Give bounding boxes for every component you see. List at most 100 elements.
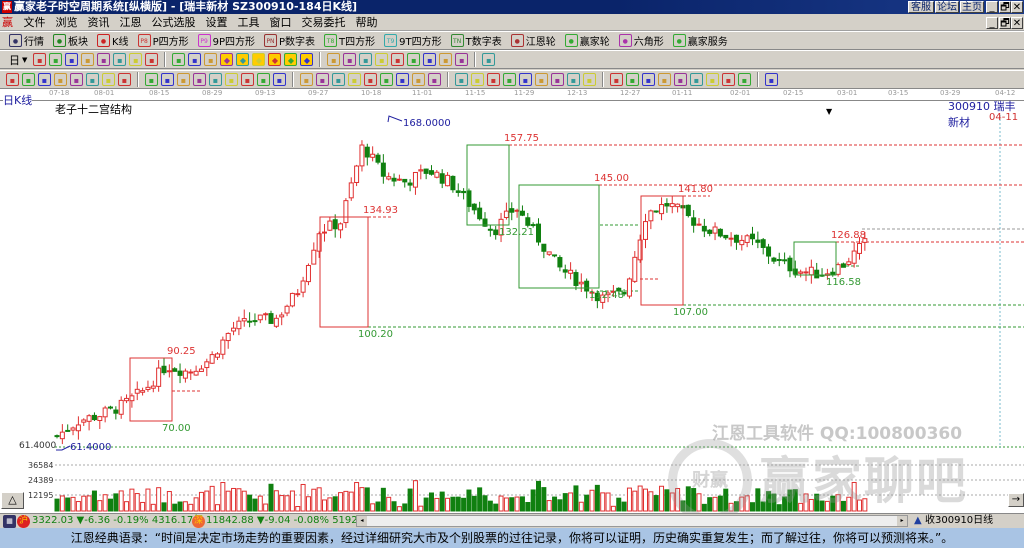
toolbar-button[interactable]: TN T数字表 xyxy=(448,33,505,49)
hand-icon[interactable]: ▪ xyxy=(327,53,341,66)
cycle-icon[interactable]: ▪ xyxy=(33,53,47,66)
eraser-icon[interactable]: ▪ xyxy=(102,73,115,86)
candle-icon[interactable]: ▪ xyxy=(97,53,111,66)
fork-icon[interactable]: ▪ xyxy=(70,73,83,86)
toolbar-button[interactable]: ● 六角形 xyxy=(616,33,667,49)
calendar-icon[interactable]: ▪ xyxy=(407,53,421,66)
document-icon[interactable]: ▪ xyxy=(439,53,453,66)
diamond6-icon[interactable]: ◆ xyxy=(300,53,314,66)
shenzhen-index-icon[interactable]: 深 xyxy=(192,515,205,528)
angle-icon[interactable]: ▪ xyxy=(177,73,190,86)
zigzag-icon[interactable]: ▪ xyxy=(359,53,373,66)
doc-close-button[interactable]: ✕ xyxy=(1011,17,1023,29)
save-icon[interactable]: ▪ xyxy=(455,53,469,66)
line-icon[interactable]: ▪ xyxy=(241,73,254,86)
menu-item[interactable]: 浏览 xyxy=(51,14,83,31)
notes-icon[interactable]: ▪ xyxy=(49,53,63,66)
toolbar-button[interactable]: T9 9T四方形 xyxy=(381,33,444,49)
toolbar-button[interactable]: T8 T四方形 xyxy=(321,33,378,49)
menu-item[interactable]: 文件 xyxy=(19,14,51,31)
swirl-icon[interactable]: ▪ xyxy=(380,73,393,86)
gold8-icon[interactable]: ▪ xyxy=(658,73,671,86)
calculator-icon[interactable]: ▪ xyxy=(423,53,437,66)
shanghai-index-icon[interactable]: 沪 xyxy=(17,515,30,528)
gold9-icon[interactable]: ▪ xyxy=(674,73,687,86)
target-icon[interactable]: ▪ xyxy=(193,73,206,86)
gold6-icon[interactable]: ▪ xyxy=(626,73,639,86)
book-icon[interactable]: ▪ xyxy=(391,53,405,66)
gann-icon[interactable]: ▪ xyxy=(257,73,270,86)
toolbar-button[interactable]: P9 9P四方形 xyxy=(195,33,258,49)
scroll-right-arrow[interactable]: ▸ xyxy=(897,516,907,526)
period-dropdown[interactable]: 日 ▼ xyxy=(6,52,30,68)
settings-icon[interactable]: ▪ xyxy=(113,53,127,66)
diamond4-icon[interactable]: ◆ xyxy=(268,53,282,66)
toolbar-button[interactable]: ● 赢家轮 xyxy=(562,33,613,49)
menu-item[interactable]: 江恩 xyxy=(115,14,147,31)
kline-chart[interactable]: 36584 24389 12195 90.25 70.00 134.93 100.20 157… xyxy=(0,92,1024,523)
flag-icon[interactable]: ▪ xyxy=(129,53,143,66)
toolbar-button[interactable]: ● 赢家服务 xyxy=(670,33,731,49)
forum-link[interactable]: 论坛 xyxy=(935,1,959,13)
menu-item[interactable]: 资讯 xyxy=(83,14,115,31)
square-icon[interactable]: ▪ xyxy=(225,73,238,86)
truck-icon[interactable]: ▪ xyxy=(482,53,496,66)
horizontal-scrollbar[interactable]: ◂ ▸ xyxy=(356,515,908,527)
yin-yang-icon[interactable]: ▪ xyxy=(738,73,751,86)
speed-icon[interactable]: ▪ xyxy=(364,73,377,86)
box-icon[interactable]: ▪ xyxy=(300,73,313,86)
toolbar-button[interactable]: ● 行情 xyxy=(6,33,47,49)
gold4-icon[interactable]: ▪ xyxy=(583,73,596,86)
collapse-volume-button[interactable]: △ xyxy=(1,492,24,509)
gold2-icon[interactable]: ▪ xyxy=(54,73,67,86)
kline-down-icon[interactable]: ▪ xyxy=(81,53,95,66)
diamond2-icon[interactable]: ◆ xyxy=(236,53,250,66)
gold5-icon[interactable]: ▪ xyxy=(610,73,623,86)
percent-icon[interactable]: ▪ xyxy=(519,73,532,86)
angles-icon[interactable]: ▪ xyxy=(396,73,409,86)
grid-icon[interactable]: ▪ xyxy=(22,73,35,86)
coin-icon[interactable]: ▪ xyxy=(551,73,564,86)
percent-box-icon[interactable]: ▪ xyxy=(535,73,548,86)
vee-icon[interactable]: ▪ xyxy=(412,73,425,86)
matrix2-icon[interactable]: ▪ xyxy=(455,73,468,86)
toolbar-button[interactable]: ● 板块 xyxy=(50,33,91,49)
percent-gold-icon[interactable]: ▪ xyxy=(503,73,516,86)
menu-item[interactable]: 窗口 xyxy=(265,14,297,31)
gold1-icon[interactable]: ▪ xyxy=(38,73,51,86)
pivot-icon[interactable]: ▪ xyxy=(332,73,345,86)
toolbar-button[interactable]: PN P数字表 xyxy=(261,33,318,49)
toolbar-button[interactable]: P8 P四方形 xyxy=(135,33,192,49)
menu-item[interactable]: 公式选股 xyxy=(147,14,201,31)
prev-icon[interactable]: ▪ xyxy=(188,53,202,66)
gold10-icon[interactable]: ▪ xyxy=(690,73,703,86)
gold3-icon[interactable]: ▪ xyxy=(567,73,580,86)
diamond3-icon[interactable]: ◆ xyxy=(252,53,266,66)
arc-icon[interactable]: ▪ xyxy=(86,73,99,86)
gift-icon[interactable]: ▪ xyxy=(375,53,389,66)
circle-icon[interactable]: ▪ xyxy=(118,73,131,86)
gold7-icon[interactable]: ▪ xyxy=(642,73,655,86)
menu-item[interactable]: 交易委托 xyxy=(297,14,351,31)
wave-icon[interactable]: ▪ xyxy=(765,73,778,86)
bars-icon[interactable]: ▪ xyxy=(316,73,329,86)
gold11-icon[interactable]: ▪ xyxy=(706,73,719,86)
star-icon[interactable]: ▪ xyxy=(209,73,222,86)
toolbar-button[interactable]: ● K线 xyxy=(94,33,132,49)
service-link[interactable]: 客服 xyxy=(908,1,934,13)
fib-icon[interactable]: ▪ xyxy=(161,73,174,86)
toolbar-button[interactable]: ● 江恩轮 xyxy=(508,33,559,49)
diamond1-icon[interactable]: ◆ xyxy=(220,53,234,66)
matrix-icon[interactable]: ▪ xyxy=(428,73,441,86)
minimize-button[interactable]: _ xyxy=(986,1,998,13)
calculator-icon[interactable]: ▦ xyxy=(3,515,16,528)
fan-icon[interactable]: ▪ xyxy=(348,73,361,86)
close-button[interactable]: ✕ xyxy=(1011,1,1023,13)
hash-icon[interactable]: ▪ xyxy=(145,73,158,86)
menu-item[interactable]: 设置 xyxy=(201,14,233,31)
first-icon[interactable]: ▪ xyxy=(145,53,159,66)
diamond5-icon[interactable]: ◆ xyxy=(284,53,298,66)
restore-button[interactable]: 🗗 xyxy=(999,1,1011,13)
doc-minimize-button[interactable]: _ xyxy=(986,17,998,29)
scroll-left-arrow[interactable]: ◂ xyxy=(357,516,367,526)
